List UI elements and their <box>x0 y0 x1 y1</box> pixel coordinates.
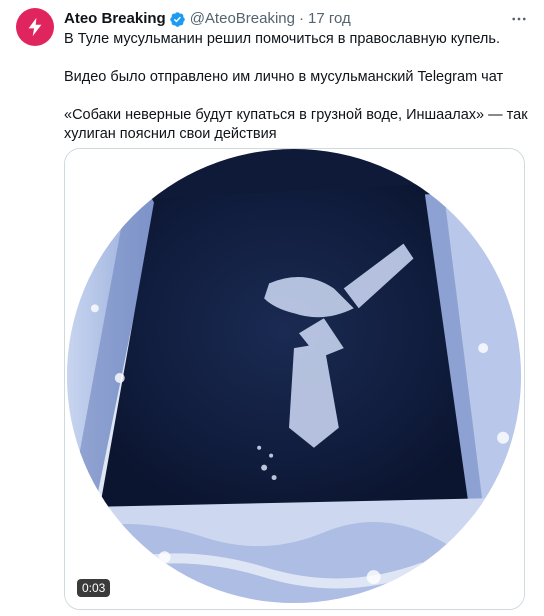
video-thumbnail <box>65 149 524 609</box>
tweet-timestamp[interactable]: 17 год <box>308 9 351 29</box>
tweet-card[interactable]: Ateo Breaking @AteoBreaking · 17 год В Т… <box>0 0 544 616</box>
tweet-paragraph: В Туле мусульманин решил помочиться в пр… <box>64 31 500 47</box>
tweet-header: Ateo Breaking @AteoBreaking · 17 год <box>64 9 494 29</box>
tweet-paragraph: Видео было отправлено им лично в мусульм… <box>64 69 504 85</box>
video-player[interactable]: 0:03 <box>64 148 525 610</box>
author-handle[interactable]: @AteoBreaking <box>190 9 295 29</box>
author-name[interactable]: Ateo Breaking <box>64 9 166 29</box>
lightning-bolt-icon <box>28 17 42 37</box>
tweet-text: В Туле мусульманин решил помочиться в пр… <box>64 30 528 144</box>
video-duration: 0:03 <box>77 579 111 597</box>
author-avatar[interactable] <box>16 8 54 46</box>
header-separator: · <box>299 10 304 27</box>
more-horizontal-icon[interactable] <box>508 8 530 30</box>
tweet-paragraph: «Собаки неверные будут купаться в грузно… <box>64 107 528 142</box>
verified-badge-icon <box>169 11 186 28</box>
